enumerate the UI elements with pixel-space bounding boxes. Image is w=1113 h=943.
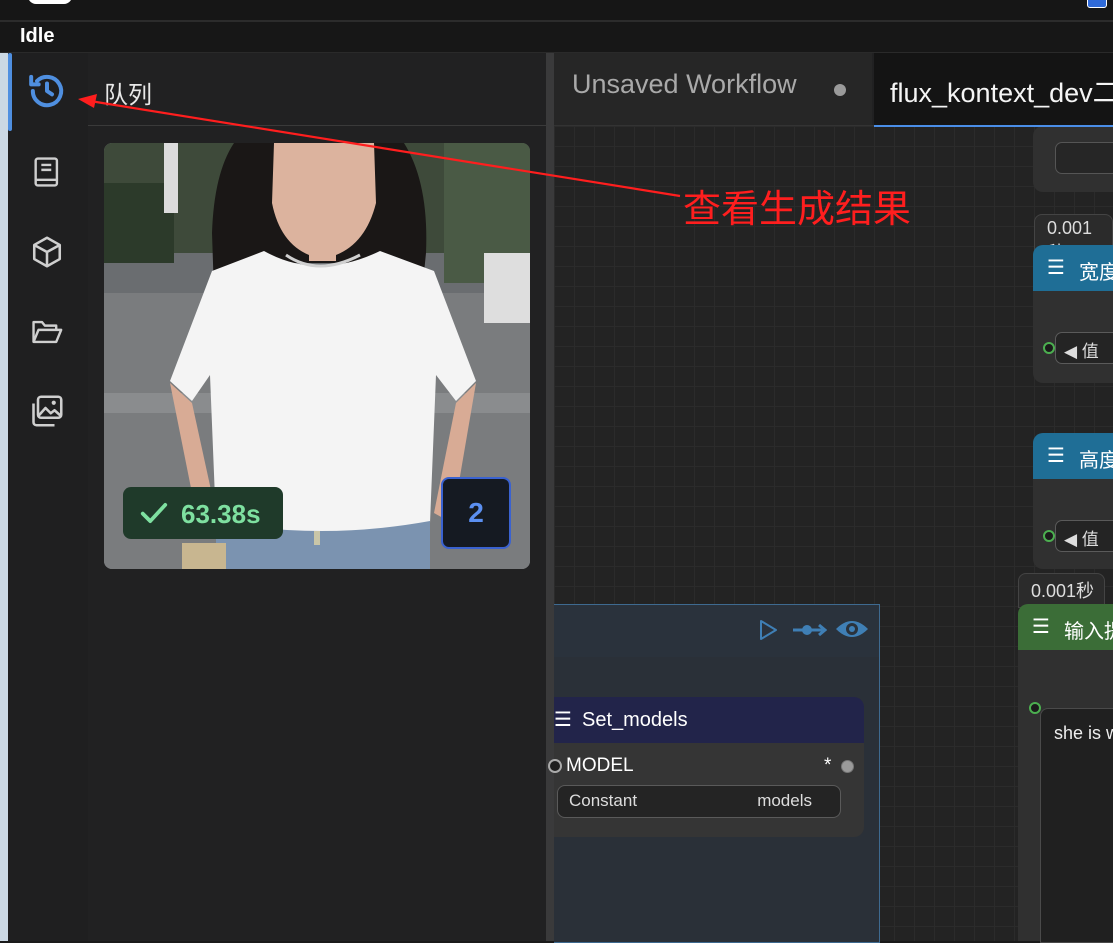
widget-value: models bbox=[757, 791, 812, 810]
corner-button[interactable] bbox=[1087, 0, 1107, 8]
workflow-tabbar: Unsaved Workflow flux_kontext_dev二 bbox=[554, 53, 1113, 127]
node-title: 高度 bbox=[1079, 450, 1113, 472]
active-indicator bbox=[8, 53, 12, 131]
result-duration: 63.38s bbox=[181, 499, 261, 529]
history-icon bbox=[29, 74, 64, 108]
folder-open-icon bbox=[32, 320, 63, 344]
value-widget-label: ◀ 值 bbox=[1064, 530, 1099, 549]
cube-icon bbox=[32, 236, 62, 268]
bypass-icon[interactable] bbox=[791, 620, 827, 640]
output-label: * bbox=[824, 755, 832, 776]
panel-splitter[interactable] bbox=[546, 53, 554, 941]
input-slot[interactable] bbox=[1043, 342, 1055, 354]
node-title: 宽度 bbox=[1079, 262, 1113, 284]
node-header[interactable]: ☰ 高度 bbox=[1033, 433, 1113, 479]
widget-label: Constant bbox=[569, 791, 638, 810]
result-thumbnail[interactable]: 63.38s 2 bbox=[104, 143, 530, 569]
window-edge bbox=[0, 53, 8, 941]
eye-icon[interactable] bbox=[834, 616, 870, 642]
node-header[interactable]: ☰ Set_models bbox=[554, 697, 864, 743]
tab-label: flux_kontext_dev二 bbox=[890, 78, 1113, 108]
book-icon bbox=[34, 157, 59, 187]
title-bar bbox=[0, 0, 1113, 22]
tab-unsaved-workflow[interactable]: Unsaved Workflow bbox=[554, 53, 872, 125]
node-menu-icon[interactable]: ☰ bbox=[1047, 443, 1065, 468]
value-widget-label: ◀ 值 bbox=[1064, 342, 1099, 361]
execution-time-badge: 0.001秒 bbox=[1018, 573, 1106, 608]
result-count: 2 bbox=[468, 497, 484, 528]
annotation-label: 查看生成结果 bbox=[683, 189, 912, 231]
partial-widget[interactable] bbox=[1055, 142, 1113, 174]
group-header[interactable] bbox=[554, 605, 879, 657]
sidebar-item-workflows[interactable] bbox=[24, 309, 70, 355]
images-icon bbox=[32, 395, 63, 427]
input-slot[interactable] bbox=[1043, 530, 1055, 542]
node-menu-icon[interactable]: ☰ bbox=[1047, 255, 1065, 280]
sidebar-item-model-library[interactable] bbox=[24, 229, 70, 275]
play-icon[interactable] bbox=[756, 617, 780, 643]
unsaved-dot-icon bbox=[834, 84, 846, 96]
partial-node-top[interactable] bbox=[1033, 126, 1113, 192]
queue-title: 队列 bbox=[104, 82, 152, 109]
node-menu-icon[interactable]: ☰ bbox=[1032, 614, 1050, 639]
prompt-textarea[interactable]: she is w bbox=[1040, 708, 1113, 943]
model-input-label: MODEL bbox=[566, 755, 634, 776]
tab-flux-kontext-dev[interactable]: flux_kontext_dev二 bbox=[874, 53, 1113, 127]
status-bar: Idle bbox=[0, 22, 1113, 53]
node-header[interactable]: ☰ 输入提 bbox=[1018, 604, 1113, 650]
result-count-badge[interactable]: 2 bbox=[441, 477, 511, 549]
height-node[interactable]: ☰ 高度 ◀ 值 bbox=[1033, 433, 1113, 569]
window-control[interactable] bbox=[28, 0, 72, 4]
prompt-text: she is w bbox=[1054, 723, 1113, 743]
sidebar-item-assets[interactable] bbox=[24, 388, 70, 434]
value-widget[interactable]: ◀ 值 bbox=[1055, 520, 1113, 552]
tab-label: Unsaved Workflow bbox=[572, 69, 797, 99]
queue-header: 队列 bbox=[88, 53, 546, 126]
input-slot[interactable] bbox=[1029, 702, 1041, 714]
success-badge: 63.38s bbox=[123, 487, 283, 539]
sidebar-item-node-library[interactable] bbox=[24, 149, 70, 195]
node-header[interactable]: ☰ 宽度 bbox=[1033, 245, 1113, 291]
value-widget[interactable]: ◀ 值 bbox=[1055, 332, 1113, 364]
node-title: 输入提 bbox=[1064, 621, 1113, 643]
node-menu-icon[interactable]: ☰ bbox=[554, 707, 572, 732]
check-icon bbox=[140, 503, 168, 523]
sidebar-item-queue[interactable] bbox=[24, 68, 70, 114]
constant-widget[interactable]: Constant models bbox=[557, 785, 841, 818]
model-input-slot[interactable] bbox=[548, 759, 562, 773]
queue-panel: 队列 63.38s 2 bbox=[88, 53, 546, 941]
prompt-input-node[interactable]: ☰ 输入提 she is w bbox=[1018, 604, 1113, 943]
width-node[interactable]: ☰ 宽度 ◀ 值 bbox=[1033, 245, 1113, 383]
set-models-node[interactable]: ☰ Set_models MODEL * Constant models bbox=[548, 697, 864, 837]
output-slot[interactable] bbox=[841, 760, 854, 773]
status-label: Idle bbox=[20, 25, 55, 47]
node-title: Set_models bbox=[582, 709, 688, 731]
